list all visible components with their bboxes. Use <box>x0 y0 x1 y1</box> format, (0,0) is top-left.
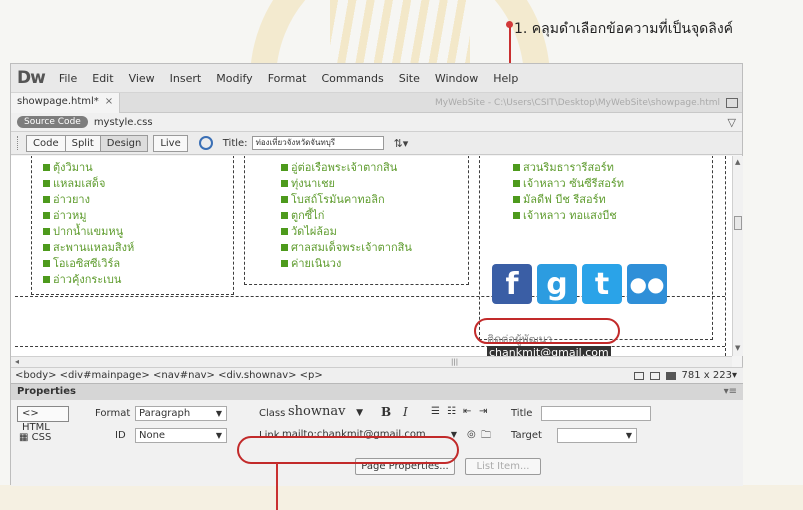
panel-menu-icon[interactable]: ▾≡ <box>724 386 737 397</box>
indent-icon[interactable]: ⇥ <box>479 406 487 417</box>
list-item[interactable]: เจ้าหลาว ทอแสงบีช <box>513 206 617 224</box>
title-input[interactable]: ท่องเที่ยวจังหวัดจันทบุรี <box>251 136 384 150</box>
list-item[interactable]: อ่าวคุ้งกระเบน <box>43 270 121 288</box>
document-bar: showpage.html* × MyWebSite - C:\Users\CSI… <box>11 92 742 113</box>
link-highlight <box>237 436 459 464</box>
menu-commands[interactable]: Commands <box>321 72 383 85</box>
css-mode-button[interactable]: ▦ CSS <box>19 432 51 443</box>
menu-view[interactable]: View <box>129 72 155 85</box>
tag-selector-path[interactable]: <body> <div#mainpage> <nav#nav> <div.sho… <box>15 370 323 381</box>
id-label: ID <box>115 430 126 441</box>
divider-line <box>15 346 725 347</box>
google-plus-icon[interactable]: g <box>537 264 577 304</box>
menu-insert[interactable]: Insert <box>170 72 202 85</box>
chevron-down-icon: ▼ <box>215 409 222 418</box>
document-tab-label: showpage.html* <box>17 95 99 107</box>
desktop-size-icon[interactable] <box>665 371 676 380</box>
window-size[interactable]: 781 x 223 <box>682 370 732 381</box>
menu-window[interactable]: Window <box>435 72 478 85</box>
document-tab[interactable]: showpage.html* × <box>11 92 121 113</box>
list-item-button: List Item... <box>465 458 541 475</box>
menu-edit[interactable]: Edit <box>92 72 113 85</box>
mobile-size-icon[interactable] <box>633 371 644 380</box>
split-view-button[interactable]: Split <box>64 134 101 152</box>
scrollbar-thumb[interactable] <box>734 216 742 230</box>
scroll-up-icon[interactable]: ▲ <box>735 158 740 166</box>
css-icon: ▦ <box>19 432 29 443</box>
chevron-down-icon: ▼ <box>625 431 632 440</box>
design-view[interactable]: ตุ้งวิมาน แหลมเสด็จ อ่าวยาง อ่าวหมู ปากน… <box>11 156 732 356</box>
close-icon[interactable]: × <box>105 96 113 107</box>
point-to-file-icon[interactable]: ◎ <box>467 429 476 440</box>
file-management-icon[interactable]: ⇅▾ <box>394 137 409 150</box>
bold-button[interactable]: B <box>381 405 391 419</box>
format-select[interactable]: Paragraph ▼ <box>135 406 227 421</box>
title-field-label: Title <box>511 408 533 419</box>
css-mode-label: CSS <box>31 432 52 443</box>
horizontal-scrollbar[interactable]: ◂ ||| <box>11 356 732 367</box>
format-value: Paragraph <box>139 408 191 419</box>
menu-help[interactable]: Help <box>493 72 518 85</box>
class-select[interactable]: shownav ▼ <box>285 405 367 420</box>
dreamweaver-window: Dw File Edit View Insert Modify Format C… <box>10 63 743 486</box>
format-label: Format <box>95 408 131 419</box>
document-toolbar: Code Split Design Live Title: ท่องเที่ยว… <box>11 132 742 155</box>
filter-icon[interactable]: ▽ <box>728 116 736 129</box>
document-path: MyWebSite - C:\Users\CSIT\Desktop\MyWebS… <box>435 97 720 108</box>
target-label: Target <box>511 430 542 441</box>
tablet-size-icon[interactable] <box>649 371 660 380</box>
title-field[interactable] <box>541 406 651 421</box>
scroll-down-icon[interactable]: ▼ <box>735 344 740 352</box>
id-value: None <box>139 430 166 441</box>
outdent-icon[interactable]: ⇤ <box>463 406 471 417</box>
email-highlight <box>474 318 620 344</box>
menu-file[interactable]: File <box>59 72 77 85</box>
watermark-band <box>0 485 803 510</box>
class-value: shownav <box>288 404 346 419</box>
source-code-button[interactable]: Source Code <box>17 116 88 128</box>
italic-button[interactable]: I <box>403 405 408 419</box>
html-mode-button[interactable]: <> HTML <box>17 406 69 433</box>
title-label: Title: <box>222 137 248 149</box>
list-item[interactable]: ค่ายเนินวง <box>281 254 341 272</box>
related-files-bar: Source Code mystyle.css ▽ <box>11 113 742 132</box>
app-logo: Dw <box>17 68 46 88</box>
code-view-button[interactable]: Code <box>26 134 66 152</box>
chevron-down-icon: ▼ <box>215 431 222 440</box>
globe-icon[interactable] <box>198 136 213 150</box>
menu-modify[interactable]: Modify <box>216 72 252 85</box>
toolbar-grip <box>17 136 20 150</box>
twitter-icon[interactable]: t <box>582 264 622 304</box>
messenger-icon[interactable]: ●● <box>627 264 667 304</box>
ordered-list-icon[interactable]: ☷ <box>447 406 456 417</box>
restore-icon[interactable] <box>726 97 738 108</box>
code-icon: <> <box>22 408 39 419</box>
email-link-text[interactable]: chankmit@gmail.com <box>487 346 611 356</box>
target-select[interactable]: ▼ <box>557 428 637 443</box>
live-view-button[interactable]: Live <box>153 134 188 152</box>
menu-bar: Dw File Edit View Insert Modify Format C… <box>11 64 742 93</box>
facebook-icon[interactable]: f <box>492 264 532 304</box>
tag-selector-bar: <body> <div#mainpage> <nav#nav> <div.sho… <box>11 367 743 383</box>
id-select[interactable]: None ▼ <box>135 428 227 443</box>
chevron-down-icon: ▼ <box>356 408 363 418</box>
class-label: Class <box>259 408 286 419</box>
unordered-list-icon[interactable]: ☰ <box>431 406 440 417</box>
folder-icon[interactable]: 🗀 <box>481 428 491 445</box>
vertical-scrollbar[interactable]: ▲ ▼ <box>732 156 743 356</box>
callout-line-bottom <box>276 463 278 510</box>
related-file-css[interactable]: mystyle.css <box>94 117 153 128</box>
design-view-button[interactable]: Design <box>99 134 149 152</box>
properties-title[interactable]: Properties <box>17 386 76 397</box>
callout-text: 1. คลุมดำเลือกข้อความที่เป็นจุดลิงค์ <box>514 21 734 37</box>
divider-line <box>725 156 726 356</box>
window-size-area: 781 x 223 ▾ <box>633 370 743 381</box>
properties-header: Properties ▾≡ <box>11 383 743 400</box>
menu-site[interactable]: Site <box>399 72 420 85</box>
menu-format[interactable]: Format <box>268 72 307 85</box>
chevron-down-icon[interactable]: ▾ <box>732 370 737 381</box>
scrollbar-thumb-grip[interactable]: ||| <box>451 358 458 366</box>
scroll-left-icon[interactable]: ◂ <box>15 357 19 366</box>
